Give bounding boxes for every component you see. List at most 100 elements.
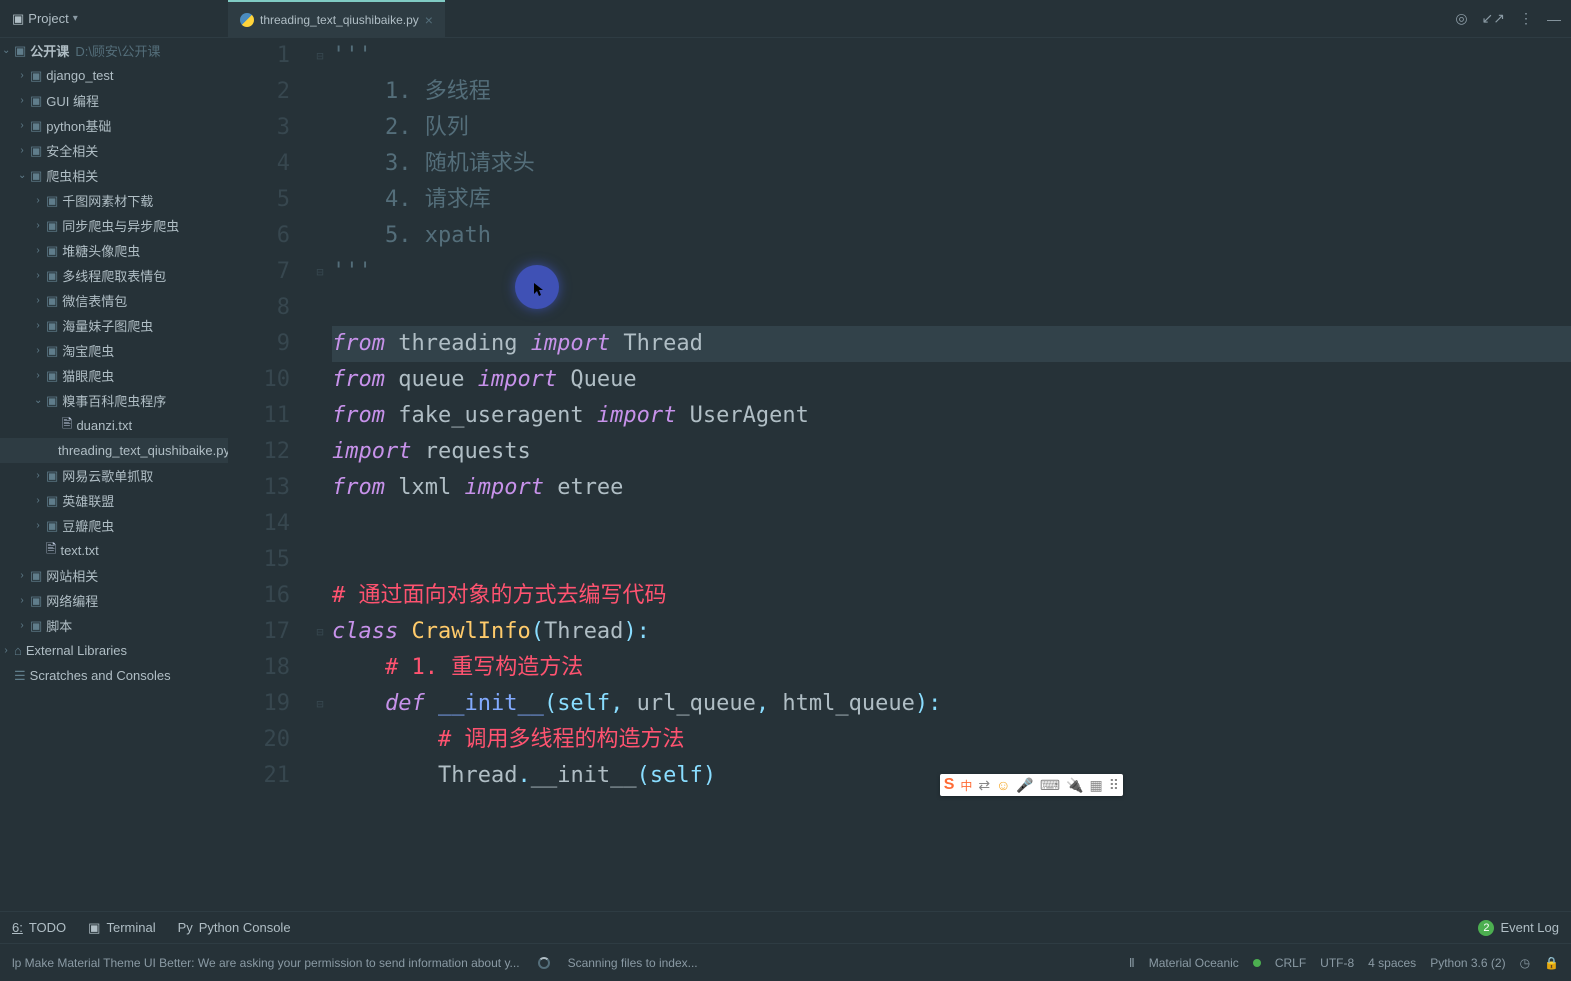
minimize-icon[interactable]: — bbox=[1547, 11, 1561, 27]
chevron-icon[interactable]: › bbox=[18, 95, 26, 106]
code-line[interactable]: # 调用多线程的构造方法 bbox=[332, 722, 1571, 758]
pyconsole-button[interactable]: Py Python Console bbox=[178, 920, 291, 935]
code-line[interactable]: from fake_useragent import UserAgent bbox=[332, 398, 1571, 434]
chevron-icon[interactable]: › bbox=[34, 345, 42, 356]
tree-item[interactable]: ›▣猫眼爬虫 bbox=[0, 363, 228, 388]
chevron-icon[interactable]: › bbox=[18, 145, 26, 156]
chevron-icon[interactable]: › bbox=[18, 70, 26, 81]
code-line[interactable]: # 通过面向对象的方式去编写代码 bbox=[332, 578, 1571, 614]
tab-active[interactable]: threading_text_qiushibaike.py × bbox=[228, 0, 445, 38]
tree-item[interactable]: ›▣豆瓣爬虫 bbox=[0, 513, 228, 538]
sogou-icon[interactable]: S bbox=[944, 776, 955, 794]
ime-keyboard[interactable]: ⌨ bbox=[1040, 777, 1060, 794]
tree-item[interactable]: ›▣淘宝爬虫 bbox=[0, 338, 228, 363]
code-line[interactable]: 1. 多线程 bbox=[332, 74, 1571, 110]
code-line[interactable] bbox=[332, 542, 1571, 578]
code-line[interactable]: ''' bbox=[332, 38, 1571, 74]
code-line[interactable]: 5. xpath bbox=[332, 218, 1571, 254]
project-dropdown[interactable]: ▣ Project ▾ bbox=[0, 11, 90, 27]
code-line[interactable]: class CrawlInfo(Thread): bbox=[332, 614, 1571, 650]
spinner-icon bbox=[538, 957, 550, 969]
ime-toolbar[interactable]: S 中 ⇄ ☺ 🎤 ⌨ 🔌 ▦ ⠿ bbox=[940, 774, 1123, 796]
chevron-icon[interactable]: › bbox=[34, 220, 42, 231]
code-line[interactable]: # 1. 重写构造方法 bbox=[332, 650, 1571, 686]
tree-item[interactable]: ›▣网站相关 bbox=[0, 563, 228, 588]
tree-item[interactable]: ›▣GUI 编程 bbox=[0, 88, 228, 113]
target-icon[interactable]: ◎ bbox=[1455, 10, 1467, 27]
chevron-icon[interactable]: › bbox=[34, 470, 42, 481]
tree-item[interactable]: ›▣堆糖头像爬虫 bbox=[0, 238, 228, 263]
tree-item[interactable]: threading_text_qiushibaike.py bbox=[0, 438, 228, 463]
pause-icon[interactable]: Ⅱ bbox=[1129, 956, 1135, 970]
chevron-icon[interactable]: › bbox=[34, 195, 42, 206]
code-line[interactable]: from queue import Queue bbox=[332, 362, 1571, 398]
close-icon[interactable]: × bbox=[425, 12, 433, 28]
code-line[interactable]: def __init__(self, url_queue, html_queue… bbox=[332, 686, 1571, 722]
gauge-icon[interactable]: ◷ bbox=[1520, 956, 1530, 970]
chevron-icon[interactable]: › bbox=[34, 520, 42, 531]
code-line[interactable]: from threading import Thread bbox=[332, 326, 1571, 362]
ime-mic[interactable]: 🎤 bbox=[1016, 777, 1033, 794]
code-line[interactable]: from lxml import etree bbox=[332, 470, 1571, 506]
chevron-down-icon[interactable]: ⌄ bbox=[2, 45, 10, 56]
ime-grid[interactable]: ▦ bbox=[1090, 777, 1103, 794]
tree-root[interactable]: ⌄ ▣ 公开课 D:\顾安\公开课 bbox=[0, 38, 228, 63]
ime-apps[interactable]: ⠿ bbox=[1109, 777, 1119, 794]
chevron-icon[interactable]: ⌄ bbox=[34, 395, 42, 406]
tree-item[interactable]: ›▣python基础 bbox=[0, 113, 228, 138]
tree-item[interactable]: ›▣安全相关 bbox=[0, 138, 228, 163]
chevron-icon[interactable]: › bbox=[34, 495, 42, 506]
tree-item[interactable]: ⌄▣爬虫相关 bbox=[0, 163, 228, 188]
todo-button[interactable]: 6: TODO bbox=[12, 920, 66, 935]
tree-item[interactable]: 🖹duanzi.txt bbox=[0, 413, 228, 438]
chevron-icon[interactable]: ⌄ bbox=[18, 170, 26, 181]
chevron-icon[interactable]: › bbox=[2, 645, 10, 656]
project-tree[interactable]: ⌄ ▣ 公开课 D:\顾安\公开课 ›▣django_test›▣GUI 编程›… bbox=[0, 38, 228, 808]
scratches[interactable]: ☰ Scratches and Consoles bbox=[0, 663, 228, 688]
more-icon[interactable]: ⋮ bbox=[1519, 10, 1533, 27]
code-line[interactable]: 3. 随机请求头 bbox=[332, 146, 1571, 182]
status-indent[interactable]: 4 spaces bbox=[1368, 956, 1416, 970]
code-line[interactable]: 2. 队列 bbox=[332, 110, 1571, 146]
chevron-icon[interactable]: › bbox=[18, 620, 26, 631]
tree-item[interactable]: ›▣同步爬虫与异步爬虫 bbox=[0, 213, 228, 238]
tree-item[interactable]: ›▣千图网素材下载 bbox=[0, 188, 228, 213]
event-log-button[interactable]: 2 Event Log bbox=[1478, 920, 1559, 936]
tree-item[interactable]: ›▣英雄联盟 bbox=[0, 488, 228, 513]
tree-item[interactable]: ⌄▣糗事百科爬虫程序 bbox=[0, 388, 228, 413]
status-tip[interactable]: lp Make Material Theme UI Better: We are… bbox=[12, 956, 520, 970]
ime-emoji[interactable]: ☺ bbox=[996, 777, 1010, 793]
tree-item[interactable]: ›▣多线程爬取表情包 bbox=[0, 263, 228, 288]
code-editor[interactable]: 123456789101112131415161718192021 ⊟⊟⊟⊟ '… bbox=[228, 38, 1571, 808]
chevron-icon[interactable]: › bbox=[18, 120, 26, 131]
code-line[interactable]: import requests bbox=[332, 434, 1571, 470]
tree-item[interactable]: ›▣微信表情包 bbox=[0, 288, 228, 313]
ime-lang[interactable]: 中 bbox=[960, 777, 972, 794]
status-encoding[interactable]: UTF-8 bbox=[1320, 956, 1354, 970]
chevron-icon[interactable]: › bbox=[34, 270, 42, 281]
chevron-icon[interactable]: › bbox=[34, 245, 42, 256]
chevron-icon[interactable]: › bbox=[18, 595, 26, 606]
chevron-icon[interactable]: › bbox=[18, 570, 26, 581]
collapse-icon[interactable]: ↙↗ bbox=[1482, 10, 1505, 27]
chevron-icon[interactable]: › bbox=[34, 320, 42, 331]
lock-icon[interactable]: 🔒 bbox=[1544, 956, 1559, 970]
external-libraries[interactable]: › ⌂ External Libraries bbox=[0, 638, 228, 663]
tree-item[interactable]: ›▣网络编程 bbox=[0, 588, 228, 613]
code-line[interactable]: 4. 请求库 bbox=[332, 182, 1571, 218]
code-area[interactable]: ''' 1. 多线程 2. 队列 3. 随机请求头 4. 请求库 5. xpat… bbox=[332, 38, 1571, 808]
status-crlf[interactable]: CRLF bbox=[1275, 956, 1306, 970]
ime-punct[interactable]: ⇄ bbox=[978, 777, 990, 794]
tree-item[interactable]: ›▣海量妹子图爬虫 bbox=[0, 313, 228, 338]
code-line[interactable] bbox=[332, 506, 1571, 542]
terminal-button[interactable]: ▣ Terminal bbox=[88, 920, 155, 936]
status-python[interactable]: Python 3.6 (2) bbox=[1430, 956, 1505, 970]
chevron-icon[interactable]: › bbox=[34, 370, 42, 381]
tree-item[interactable]: 🖹text.txt bbox=[0, 538, 228, 563]
tree-item[interactable]: ›▣django_test bbox=[0, 63, 228, 88]
chevron-icon[interactable]: › bbox=[34, 295, 42, 306]
tree-item[interactable]: ›▣脚本 bbox=[0, 613, 228, 638]
status-theme[interactable]: Material Oceanic bbox=[1149, 956, 1239, 970]
tree-item[interactable]: ›▣网易云歌单抓取 bbox=[0, 463, 228, 488]
ime-usb[interactable]: 🔌 bbox=[1066, 777, 1083, 794]
